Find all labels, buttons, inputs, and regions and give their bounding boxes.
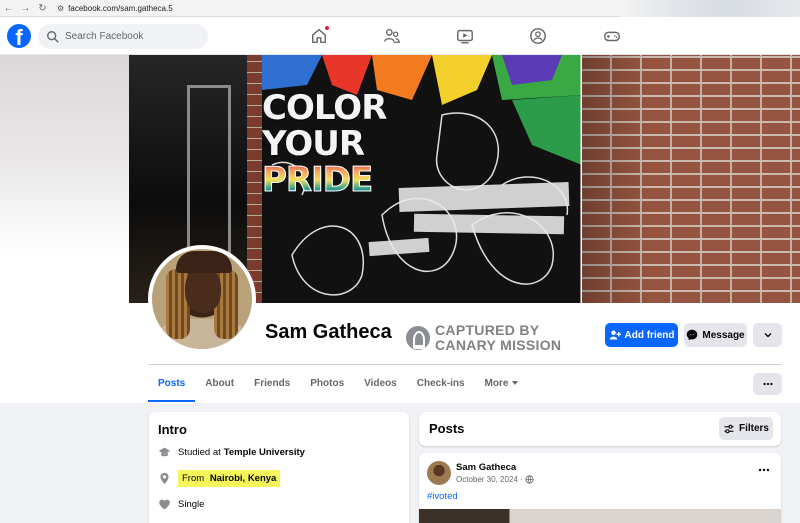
location-pin-icon <box>160 472 169 485</box>
search-input[interactable] <box>65 31 195 42</box>
tab-label: Videos <box>364 378 397 389</box>
tab-label: About <box>205 378 235 389</box>
facebook-logo-icon[interactable]: f <box>7 24 31 48</box>
tabs-more-button[interactable] <box>753 373 782 395</box>
tab-label: Posts <box>158 378 186 389</box>
tab-about[interactable]: About <box>195 366 244 402</box>
tab-check-ins[interactable]: Check-ins <box>407 366 475 402</box>
post-date-link[interactable]: October 30, 2024 <box>456 475 518 484</box>
ellipsis-icon <box>758 468 770 472</box>
watermark-line1: CAPTURED BY <box>435 322 540 338</box>
intro-hometown: From Nairobi, Kenya <box>158 470 281 487</box>
mural-text: COLOR YOUR PRIDE <box>261 88 387 199</box>
messenger-icon <box>687 329 698 341</box>
search-icon <box>47 30 59 43</box>
relationship-status: Single <box>178 499 205 510</box>
search-bar[interactable] <box>38 24 208 49</box>
tab-more[interactable]: More <box>475 366 529 402</box>
mural-text-line1: COLOR <box>262 88 387 128</box>
tab-label: Photos <box>310 378 345 389</box>
mural-text-line2: YOUR <box>262 124 365 164</box>
filters-icon <box>724 424 734 433</box>
site-info-icon[interactable]: ⚙ <box>57 4 64 13</box>
notification-dot <box>324 25 330 31</box>
forward-arrow-icon[interactable]: → <box>17 0 34 17</box>
post-meta-separator: · <box>519 475 523 484</box>
hometown-prefix: From <box>182 473 205 484</box>
message-button[interactable]: Message <box>684 323 747 347</box>
ellipsis-icon <box>763 382 772 386</box>
post-author-avatar[interactable] <box>427 461 451 485</box>
globe-icon <box>524 475 534 484</box>
profile-avatar[interactable] <box>148 245 256 353</box>
cover-brick-shade <box>582 55 800 303</box>
graduation-cap-icon <box>158 447 171 457</box>
back-arrow-icon[interactable]: ← <box>0 0 17 17</box>
avatar-face <box>185 267 221 313</box>
heart-icon <box>159 499 170 510</box>
canary-mission-watermark: CAPTURED BY CANARY MISSION <box>406 323 561 353</box>
tab-label: Friends <box>254 378 291 389</box>
home-icon[interactable] <box>310 25 330 45</box>
intro-title: Intro <box>158 422 187 437</box>
tab-photos[interactable]: Photos <box>300 366 354 402</box>
page-background-fade <box>0 55 129 255</box>
avatar-cap <box>176 251 232 273</box>
posts-header-card: Posts Filters <box>419 412 781 446</box>
friends-icon[interactable] <box>383 27 401 45</box>
post-image[interactable] <box>419 509 781 523</box>
mural-tape <box>413 213 565 235</box>
watermark-seal-icon <box>406 326 430 350</box>
filters-label: Filters <box>738 423 769 434</box>
gaming-icon[interactable] <box>603 27 621 45</box>
more-options-dropdown-button[interactable] <box>753 323 782 347</box>
profile-tabs: Posts About Friends Photos Videos Check-… <box>148 366 528 402</box>
video-icon[interactable] <box>456 27 474 45</box>
tab-posts[interactable]: Posts <box>148 366 196 402</box>
filters-button[interactable]: Filters <box>719 417 773 440</box>
profile-divider <box>148 364 782 365</box>
facebook-header: f <box>0 17 800 55</box>
intro-education: Studied at Temple University <box>158 446 305 459</box>
add-friend-icon <box>609 330 621 340</box>
hometown-highlight: From Nairobi, Kenya <box>178 470 281 487</box>
profile-name: Sam Gatheca <box>265 321 392 343</box>
chevron-down-icon <box>764 333 771 338</box>
post-options-button[interactable] <box>757 463 771 482</box>
reload-icon[interactable]: ↻ <box>34 0 51 17</box>
groups-icon[interactable] <box>529 27 547 45</box>
tab-friends[interactable]: Friends <box>244 366 300 402</box>
hometown-place-link[interactable]: Nairobi, Kenya <box>210 473 277 484</box>
message-label: Message <box>702 329 745 341</box>
post-hashtag-link[interactable]: #ivoted <box>427 491 458 502</box>
intro-relationship: Single <box>158 498 204 511</box>
mural-text-line3: PRIDE <box>261 162 386 199</box>
post-author-name[interactable]: Sam Gatheca <box>456 462 516 473</box>
tab-label: More <box>484 378 509 389</box>
url-text[interactable]: facebook.com/sam.gatheca.5 <box>68 0 173 17</box>
post-meta: October 30, 2024 · <box>456 475 534 484</box>
tab-label: Check-ins <box>416 378 465 389</box>
posts-title: Posts <box>429 421 465 436</box>
post-card: Sam Gatheca October 30, 2024 · #ivoted <box>419 453 781 523</box>
browser-address-bar: ← → ↻ ⚙ facebook.com/sam.gatheca.5 <box>0 0 800 17</box>
intro-card: Intro Studied at Temple University From … <box>149 412 409 523</box>
blurred-area <box>620 0 800 17</box>
education-school-link[interactable]: Temple University <box>224 447 305 458</box>
education-prefix: Studied at <box>178 447 221 458</box>
watermark-line2: CANARY MISSION <box>435 337 562 353</box>
add-friend-label: Add friend <box>624 329 675 341</box>
tab-videos[interactable]: Videos <box>354 366 407 402</box>
add-friend-button[interactable]: Add friend <box>605 323 678 347</box>
caret-down-icon <box>512 381 519 386</box>
